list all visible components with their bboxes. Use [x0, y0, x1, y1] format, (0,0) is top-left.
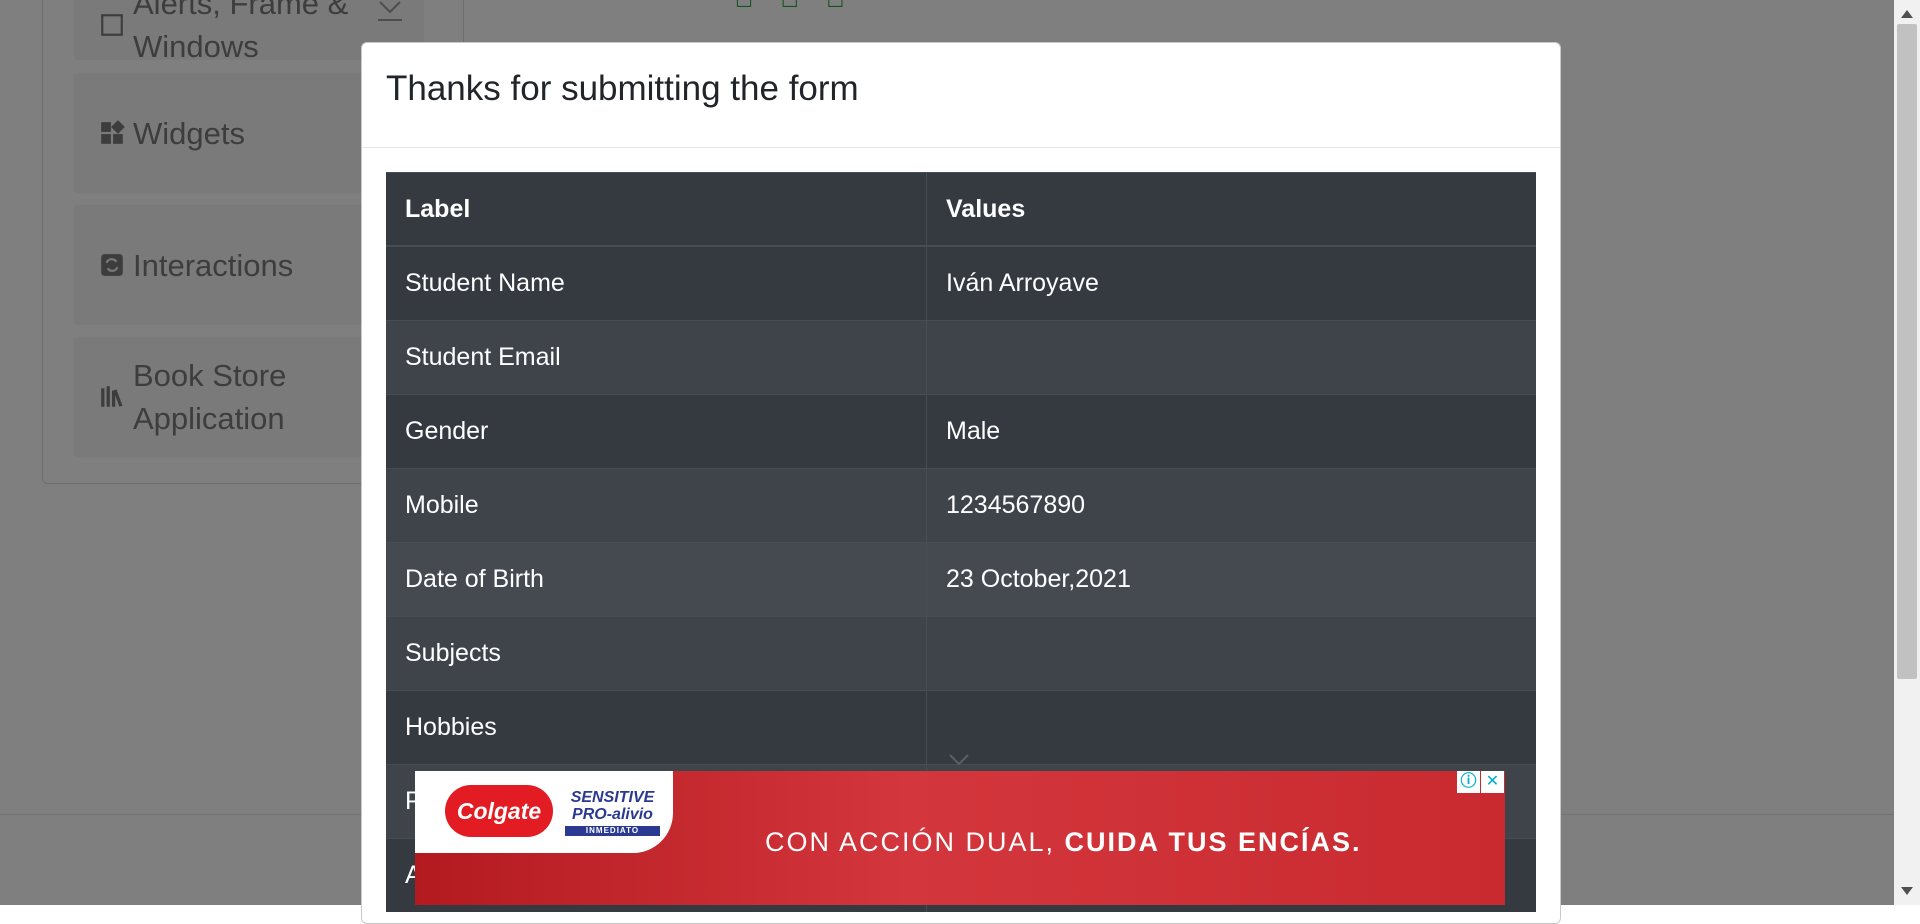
row-value: 23 October,2021: [926, 542, 1536, 617]
table-row: Student Email: [386, 320, 1536, 395]
scroll-thumb[interactable]: [1897, 24, 1917, 679]
row-label: Gender: [386, 394, 927, 469]
row-value: Male: [926, 394, 1536, 469]
row-label: Subjects: [386, 616, 927, 691]
table-row: Date of Birth 23 October,2021: [386, 542, 1536, 617]
table-header-row: Label Values: [386, 172, 1536, 247]
row-label: Student Name: [386, 245, 927, 321]
ad-headline: CON ACCIÓN DUAL, CUIDA TUS ENCÍAS.: [765, 827, 1362, 858]
ad-headline-regular: CON ACCIÓN DUAL,: [765, 827, 1065, 857]
table-row: Gender Male: [386, 394, 1536, 469]
ad-product-tag: INMEDIATO: [565, 826, 660, 836]
row-value: [926, 690, 1536, 765]
ad-product-line: PRO-alivio: [572, 806, 653, 823]
scroll-up-icon[interactable]: [1901, 10, 1913, 18]
table-row: Mobile 1234567890: [386, 468, 1536, 543]
row-value: [926, 320, 1536, 395]
modal-title: Thanks for submitting the form: [386, 69, 859, 108]
row-value: Iván Arroyave: [926, 245, 1536, 321]
ad-headline-bold: CUIDA TUS ENCÍAS.: [1064, 827, 1362, 857]
ad-product-line: SENSITIVE: [570, 789, 655, 806]
row-label: Hobbies: [386, 690, 927, 765]
page-scrollbar[interactable]: [1894, 0, 1920, 905]
chevron-down-icon[interactable]: [948, 750, 970, 773]
table-row: Student Name Iván Arroyave: [386, 245, 1536, 321]
column-header-values: Values: [926, 172, 1536, 247]
row-value: [926, 616, 1536, 691]
ad-close-icon[interactable]: ✕: [1481, 771, 1504, 793]
scroll-down-icon[interactable]: [1901, 887, 1913, 895]
row-value: 1234567890: [926, 468, 1536, 543]
row-label: Student Email: [386, 320, 927, 395]
modal-divider: [362, 147, 1560, 148]
colgate-logo: Colgate: [445, 785, 553, 837]
table-row: Subjects: [386, 616, 1536, 691]
ad-logo-box: Colgate SENSITIVE PRO-alivio INMEDIATO: [415, 771, 673, 853]
row-label: Date of Birth: [386, 542, 927, 617]
ad-product-name: SENSITIVE PRO-alivio INMEDIATO: [565, 789, 660, 836]
advertisement-banner[interactable]: Colgate SENSITIVE PRO-alivio INMEDIATO C…: [415, 771, 1505, 905]
row-label: Mobile: [386, 468, 927, 543]
ad-info-icon[interactable]: ⓘ: [1457, 771, 1480, 793]
column-header-label: Label: [386, 172, 927, 247]
